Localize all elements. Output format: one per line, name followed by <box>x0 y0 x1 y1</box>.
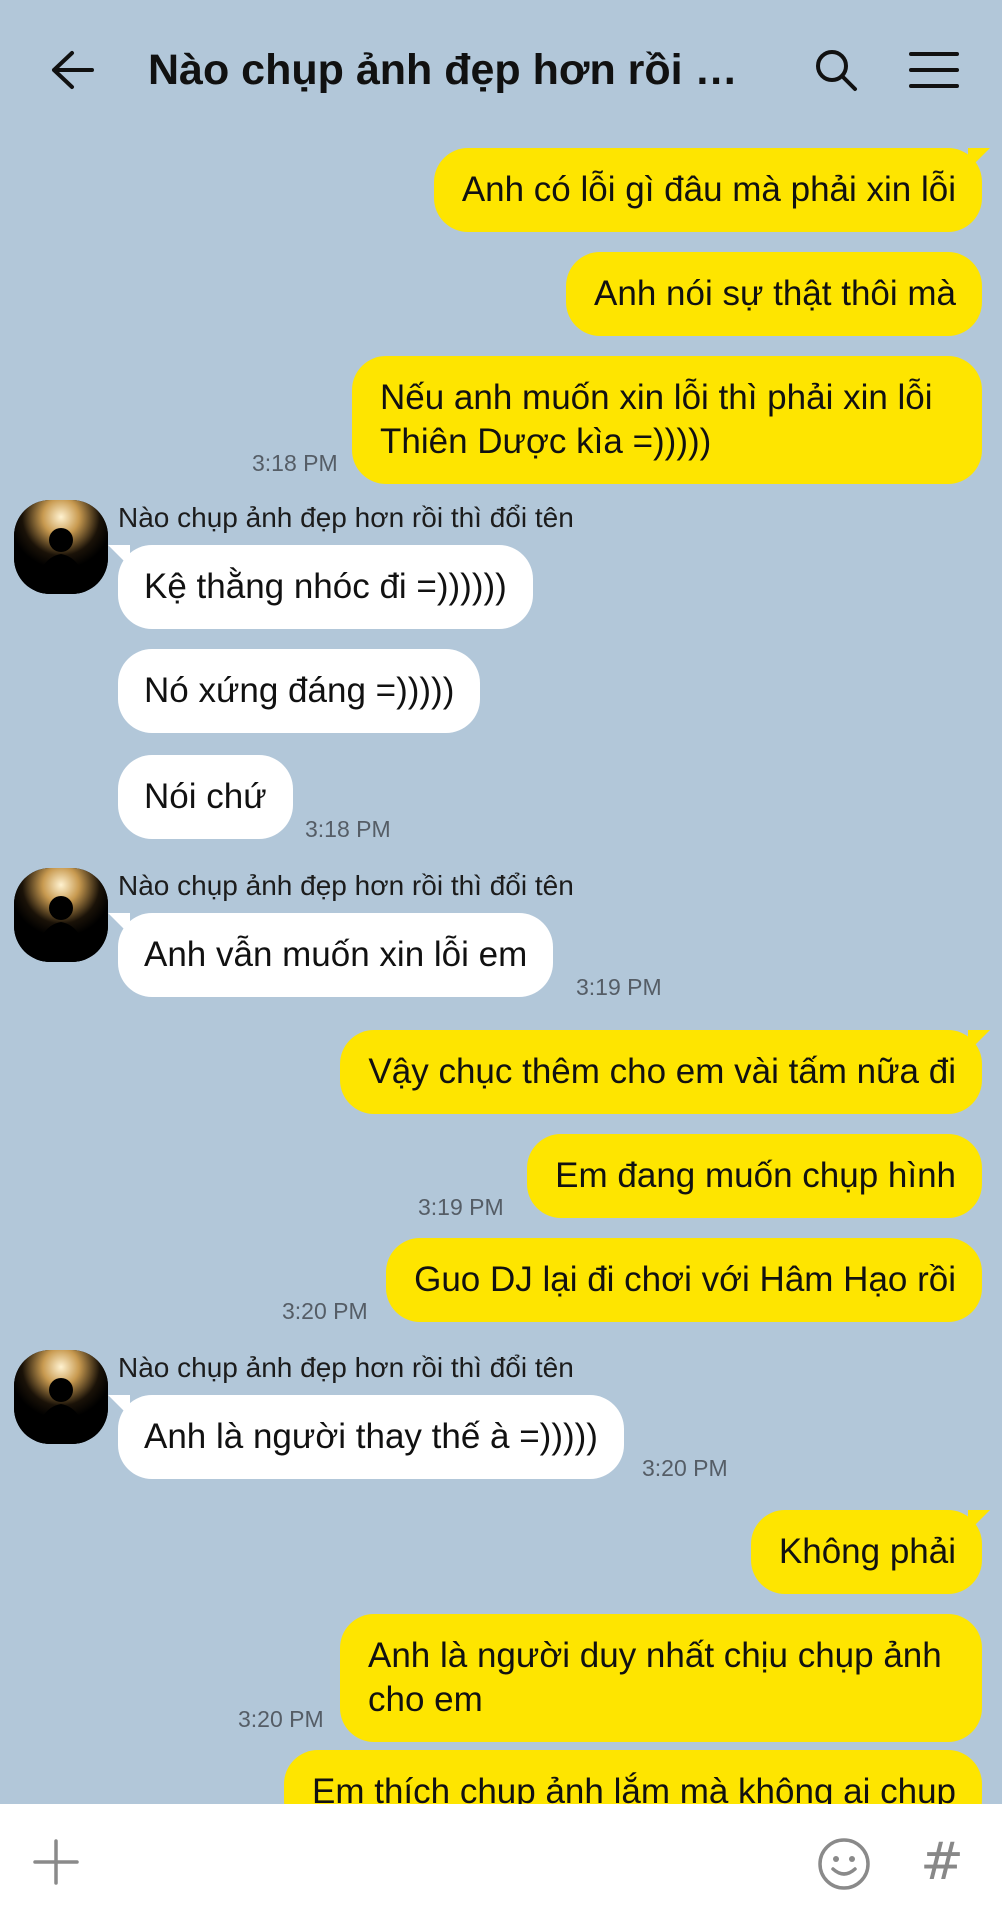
hashtag-icon[interactable]: # <box>912 1832 972 1892</box>
their-message-bubble[interactable]: Nó xứng đáng =))))) <box>118 649 481 733</box>
bubble-tail <box>968 1030 990 1052</box>
message-text: Em đang muốn chụp hình <box>555 1156 956 1195</box>
my-message-bubble[interactable]: Vậy chục thêm cho em vài tấm nữa đi <box>340 1030 982 1114</box>
plus-icon <box>33 1839 79 1885</box>
message-text: Nó xứng đáng =))))) <box>144 671 455 710</box>
arrow-left-icon <box>52 51 94 89</box>
message-text: Vậy chục thêm cho em vài tấm nữa đi <box>368 1052 956 1091</box>
menu-button[interactable] <box>902 42 966 98</box>
bubble-tail <box>968 148 990 170</box>
contact-avatar[interactable] <box>14 500 108 594</box>
chat-title: Nào chụp ảnh đẹp hơn rồi thì... <box>148 46 748 94</box>
emoji-icon <box>818 1838 870 1890</box>
bubble-tail <box>108 1395 130 1417</box>
message-text: Nói chứ <box>144 777 267 816</box>
their-message-bubble[interactable]: Anh là người thay thế à =))))) <box>118 1395 624 1479</box>
message-text-line: cho em <box>368 1680 483 1719</box>
emoji-button[interactable] <box>814 1834 874 1894</box>
message-text-line: Anh là người duy nhất chịu chụp ảnh <box>368 1636 942 1675</box>
message-timestamp: 3:19 PM <box>418 1194 504 1220</box>
silhouette-avatar-icon <box>14 1350 108 1444</box>
message-text: Guo DJ lại đi chơi với Hâm Hạo rồi <box>414 1260 956 1299</box>
bubble-tail <box>968 1510 990 1532</box>
silhouette-avatar-icon <box>14 868 108 962</box>
search-icon <box>816 50 857 91</box>
message-text: Anh có lỗi gì đâu mà phải xin lỗi <box>461 170 956 209</box>
message-text: Không phải <box>778 1532 956 1571</box>
message-text: Kệ thằng nhóc đi =)))))) <box>144 567 507 606</box>
message-text-line: Thiên Dược kìa =))))) <box>380 422 712 461</box>
contact-avatar[interactable] <box>14 868 108 962</box>
message-timestamp: 3:20 PM <box>238 1706 324 1732</box>
message-timestamp: 3:20 PM <box>282 1298 368 1324</box>
their-message-bubble[interactable]: Anh vẫn muốn xin lỗi em <box>118 913 554 997</box>
message-text: Anh là người thay thế à =))))) <box>144 1417 598 1456</box>
their-message-bubble[interactable]: Kệ thằng nhóc đi =)))))) <box>118 545 533 629</box>
my-message-bubble[interactable]: Guo DJ lại đi chơi với Hâm Hạo rồi <box>386 1238 982 1322</box>
my-message-bubble[interactable]: Không phải <box>750 1510 982 1594</box>
message-text: Anh vẫn muốn xin lỗi em <box>144 935 528 974</box>
sender-name: Nào chụp ảnh đẹp hơn rồi thì đổi tên <box>118 502 574 533</box>
message-timestamp: 3:19 PM <box>576 974 662 1000</box>
my-message-bubble[interactable]: Anh có lỗi gì đâu mà phải xin lỗi <box>433 148 982 232</box>
message-timestamp: 3:20 PM <box>642 1455 728 1481</box>
message-timestamp: 3:18 PM <box>252 450 338 476</box>
my-message-bubble[interactable]: Anh nói sự thật thôi mà <box>566 252 982 336</box>
message-text: Anh nói sự thật thôi mà <box>594 274 956 313</box>
chat-header: Nào chụp ảnh đẹp hơn rồi thì... <box>0 0 1002 140</box>
my-message-bubble[interactable]: Anh là người duy nhất chịu chụp ảnh cho … <box>340 1614 982 1742</box>
search-button[interactable] <box>806 42 866 98</box>
silhouette-avatar-icon <box>14 500 108 594</box>
attach-button[interactable] <box>28 1834 84 1890</box>
my-message-bubble[interactable]: Nếu anh muốn xin lỗi thì phải xin lỗi Th… <box>352 356 982 484</box>
message-timestamp: 3:18 PM <box>305 816 391 842</box>
hamburger-menu-icon <box>909 52 959 88</box>
back-button[interactable] <box>40 42 104 98</box>
contact-avatar[interactable] <box>14 1350 108 1444</box>
chat-input-bar: # <box>0 1804 1002 1920</box>
their-message-bubble[interactable]: Nói chứ <box>118 755 293 839</box>
my-message-bubble[interactable]: Em đang muốn chụp hình <box>527 1134 982 1218</box>
message-text-line: Nếu anh muốn xin lỗi thì phải xin lỗi <box>380 378 933 417</box>
sender-name: Nào chụp ảnh đẹp hơn rồi thì đổi tên <box>118 870 574 901</box>
sender-name: Nào chụp ảnh đẹp hơn rồi thì đổi tên <box>118 1352 574 1383</box>
